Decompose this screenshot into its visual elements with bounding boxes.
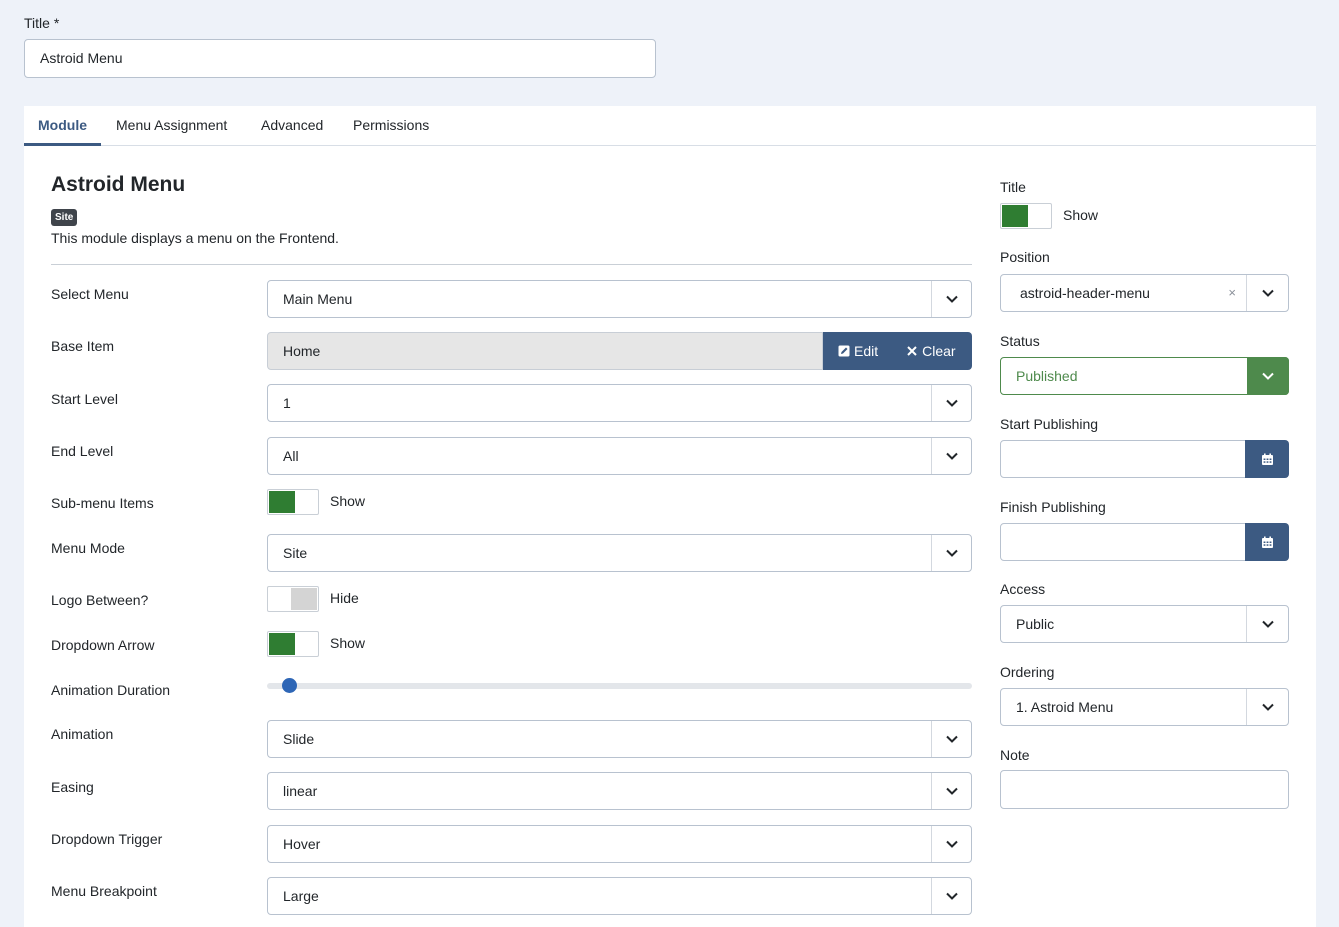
dropdown-arrow-label: Dropdown Arrow <box>51 637 155 653</box>
tab-advanced[interactable]: Advanced <box>247 106 337 146</box>
menu-breakpoint-dropdown[interactable]: Large <box>267 877 972 915</box>
status-dropdown[interactable]: Published <box>1000 357 1289 395</box>
menu-breakpoint-label: Menu Breakpoint <box>51 883 157 899</box>
finish-publishing-input[interactable] <box>1000 523 1246 561</box>
chevron-down-icon <box>931 826 971 862</box>
module-title: Astroid Menu <box>51 173 186 196</box>
toggle-knob <box>269 633 295 655</box>
dropdown-trigger-value: Hover <box>283 836 321 852</box>
title-show-toggle[interactable] <box>1000 203 1052 229</box>
select-menu-value: Main Menu <box>283 291 353 307</box>
end-level-dropdown[interactable]: All <box>267 437 972 475</box>
chevron-down-icon <box>931 438 971 474</box>
chevron-down-icon <box>931 535 971 571</box>
logo-between-label: Logo Between? <box>51 592 149 608</box>
menu-mode-dropdown[interactable]: Site <box>267 534 972 572</box>
title-input[interactable]: Astroid Menu <box>24 39 656 78</box>
note-input[interactable] <box>1000 770 1289 809</box>
start-level-label: Start Level <box>51 391 118 407</box>
dropdown-arrow-state: Show <box>330 635 366 651</box>
calendar-icon <box>1261 453 1273 465</box>
animation-value: Slide <box>283 731 315 747</box>
edit-label: Edit <box>854 343 879 359</box>
easing-dropdown[interactable]: linear <box>267 772 972 810</box>
slider-handle[interactable] <box>282 678 297 693</box>
ordering-label: Ordering <box>1000 664 1055 680</box>
finish-publishing-label: Finish Publishing <box>1000 499 1106 515</box>
ordering-dropdown[interactable]: 1. Astroid Menu <box>1000 688 1289 726</box>
base-item-actions: Edit Clear <box>823 332 972 370</box>
start-publishing-label: Start Publishing <box>1000 416 1099 432</box>
menu-mode-label: Menu Mode <box>51 540 125 556</box>
chevron-down-icon <box>931 281 971 317</box>
access-value: Public <box>1016 616 1055 632</box>
end-level-label: End Level <box>51 443 114 459</box>
toggle-knob <box>269 491 295 513</box>
animation-dropdown[interactable]: Slide <box>267 720 972 758</box>
start-publishing-calendar-button[interactable] <box>1245 440 1289 478</box>
chevron-down-icon <box>931 721 971 757</box>
base-item-label: Base Item <box>51 338 115 354</box>
title-label: Title * <box>24 15 60 31</box>
tab-bar: Module Menu Assignment Advanced Permissi… <box>24 106 1316 146</box>
start-level-value: 1 <box>283 395 291 411</box>
chevron-down-icon <box>931 878 971 914</box>
clear-label: Clear <box>922 343 956 359</box>
position-dropdown[interactable]: astroid-header-menu × <box>1000 274 1289 312</box>
dropdown-trigger-dropdown[interactable]: Hover <box>267 825 972 863</box>
status-value: Published <box>1016 368 1078 384</box>
toggle-knob <box>1002 205 1028 227</box>
easing-label: Easing <box>51 779 94 795</box>
submenu-items-label: Sub-menu Items <box>51 495 154 511</box>
menu-breakpoint-value: Large <box>283 888 319 904</box>
calendar-icon <box>1261 536 1273 548</box>
select-menu-label: Select Menu <box>51 286 129 302</box>
animation-duration-slider[interactable] <box>267 683 972 689</box>
clear-button[interactable]: Clear <box>878 343 956 359</box>
title-show-state: Show <box>1063 207 1099 223</box>
tab-module[interactable]: Module <box>24 106 101 146</box>
access-dropdown[interactable]: Public <box>1000 605 1289 643</box>
start-publishing-input[interactable] <box>1000 440 1246 478</box>
ordering-value: 1. Astroid Menu <box>1016 699 1114 715</box>
animation-duration-label: Animation Duration <box>51 682 171 698</box>
clear-position-icon[interactable]: × <box>1228 275 1236 311</box>
menu-mode-value: Site <box>283 545 308 561</box>
base-item-field[interactable]: Home <box>267 332 823 370</box>
chevron-down-icon <box>1247 357 1289 395</box>
tab-menu-assignment[interactable]: Menu Assignment <box>102 106 241 146</box>
submenu-items-toggle[interactable] <box>267 489 319 515</box>
edit-button[interactable]: Edit <box>823 343 878 359</box>
chevron-down-icon <box>931 773 971 809</box>
module-description: This module displays a menu on the Front… <box>51 230 339 246</box>
edit-icon <box>838 345 850 357</box>
divider <box>51 264 972 265</box>
finish-publishing-calendar-button[interactable] <box>1245 523 1289 561</box>
position-value: astroid-header-menu <box>1020 285 1150 301</box>
note-label: Note <box>1000 747 1030 763</box>
logo-between-state: Hide <box>330 590 359 606</box>
access-label: Access <box>1000 581 1046 597</box>
chevron-down-icon <box>931 385 971 421</box>
submenu-items-state: Show <box>330 493 366 509</box>
toggle-knob <box>291 588 317 610</box>
easing-value: linear <box>283 783 318 799</box>
dropdown-arrow-toggle[interactable] <box>267 631 319 657</box>
dropdown-trigger-label: Dropdown Trigger <box>51 831 163 847</box>
status-label: Status <box>1000 333 1040 349</box>
chevron-down-icon <box>1246 275 1288 311</box>
tab-permissions[interactable]: Permissions <box>339 106 443 146</box>
chevron-down-icon <box>1246 606 1288 642</box>
logo-between-toggle[interactable] <box>267 586 319 612</box>
position-label: Position <box>1000 249 1050 265</box>
end-level-value: All <box>283 448 299 464</box>
site-badge: Site <box>51 209 78 226</box>
animation-label: Animation <box>51 726 114 742</box>
sidebar-title-label: Title <box>1000 179 1026 195</box>
close-icon <box>907 346 917 356</box>
start-level-dropdown[interactable]: 1 <box>267 384 972 422</box>
select-menu-dropdown[interactable]: Main Menu <box>267 280 972 318</box>
chevron-down-icon <box>1246 689 1288 725</box>
